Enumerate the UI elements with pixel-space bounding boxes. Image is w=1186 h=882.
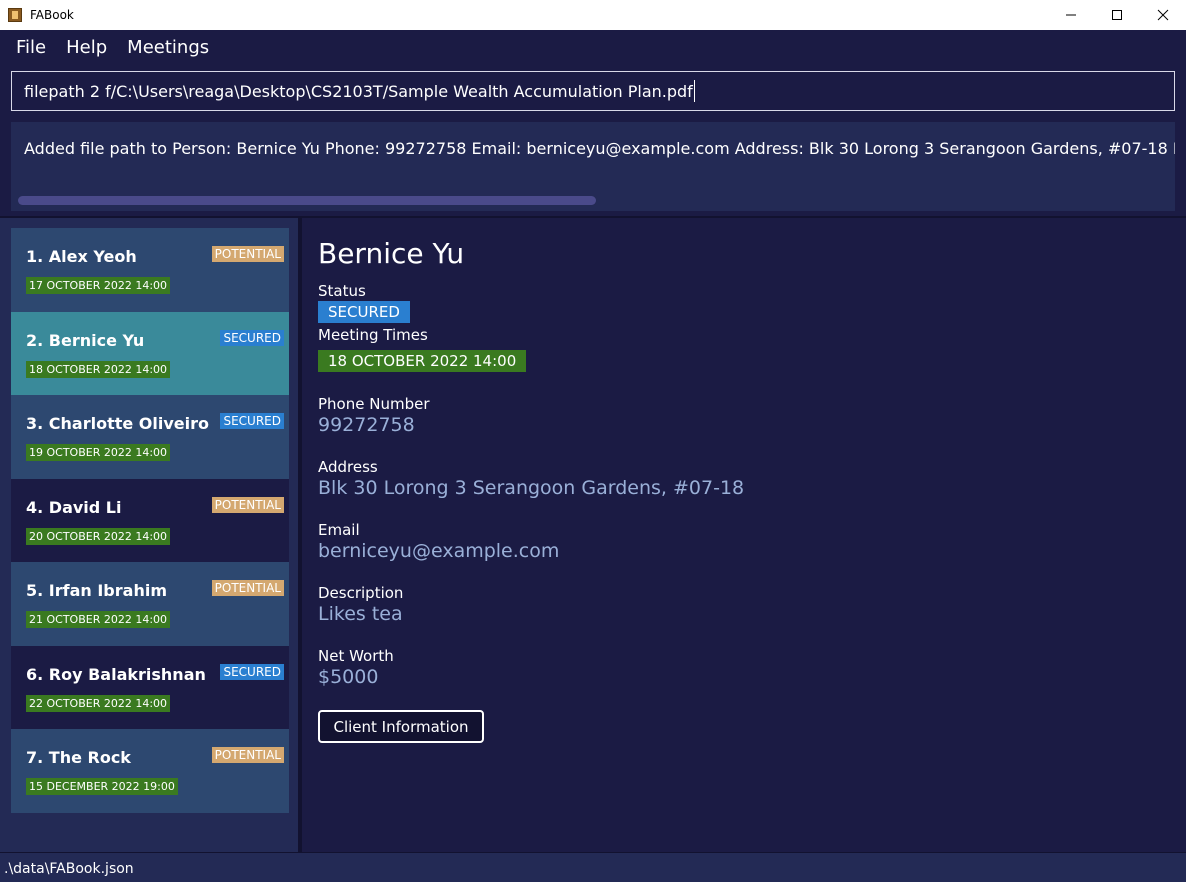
status-tag: POTENTIAL	[211, 580, 284, 596]
meeting-date: 17 OCTOBER 2022 14:00	[26, 277, 171, 294]
meeting-date: 20 OCTOBER 2022 14:00	[26, 527, 171, 545]
email-value: berniceyu@example.com	[318, 540, 560, 562]
result-text: Added file path to Person: Bernice Yu Ph…	[24, 139, 1175, 158]
minimize-icon[interactable]	[1048, 0, 1094, 30]
save-location: .\data\FABook.json	[4, 861, 134, 877]
person-card[interactable]: 3. Charlotte Oliveiro SECURED 19 OCTOBER 2…	[11, 395, 289, 479]
person-list: 1. Alex Yeoh POTENTIAL 17 OCTOBER 2022 14:…	[11, 228, 289, 813]
meeting-date: 22 OCTOBER 2022 14:00	[26, 694, 171, 712]
description-value: Likes tea	[318, 603, 403, 625]
person-card[interactable]: 6. Roy Balakrishnan SECURED 22 OCTOBER 202…	[11, 645, 289, 729]
status-tag: POTENTIAL	[211, 246, 284, 262]
status-tag: POTENTIAL	[211, 496, 284, 513]
menu-help[interactable]: Help	[56, 37, 117, 58]
status-tag: POTENTIAL	[211, 747, 284, 763]
status-tag: SECURED	[220, 413, 284, 429]
result-display[interactable]: Added file path to Person: Bernice Yu Ph…	[11, 122, 1175, 211]
meeting-date: 15 DECEMBER 2022 19:00	[26, 778, 178, 795]
person-list-panel: 1. Alex Yeoh POTENTIAL 17 OCTOBER 2022 14:…	[0, 218, 298, 852]
meeting-badge: 18 OCTOBER 2022 14:00	[318, 350, 527, 372]
status-tag: SECURED	[220, 329, 284, 346]
detail-name: Bernice Yu	[318, 237, 465, 270]
menu-meetings[interactable]: Meetings	[117, 37, 219, 58]
person-name: 4. David Li	[26, 497, 122, 517]
window-titlebar: FABook	[0, 0, 1186, 30]
meeting-date: 18 OCTOBER 2022 14:00	[26, 360, 171, 378]
person-card[interactable]: 4. David Li POTENTIAL 20 OCTOBER 2022 14:0…	[11, 478, 289, 562]
person-card[interactable]: 5. Irfan Ibrahim POTENTIAL 21 OCTOBER 2022…	[11, 562, 289, 646]
status-badge: SECURED	[318, 301, 410, 323]
client-information-button[interactable]: Client Information	[318, 710, 484, 743]
close-icon[interactable]	[1140, 0, 1186, 30]
command-text: filepath 2 f/C:\Users\reaga\Desktop\CS21…	[24, 81, 693, 101]
networth-label: Net Worth	[318, 647, 394, 665]
maximize-icon[interactable]	[1094, 0, 1140, 30]
phone-value: 99272758	[318, 414, 415, 436]
address-value: Blk 30 Lorong 3 Serangoon Gardens, #07-1…	[318, 477, 745, 499]
menu-bar: File Help Meetings	[0, 30, 1186, 64]
meeting-date: 21 OCTOBER 2022 14:00	[26, 611, 171, 628]
address-label: Address	[318, 458, 378, 476]
person-detail-panel: Bernice Yu Status SECURED Meeting Times …	[302, 218, 1186, 852]
meeting-date: 19 OCTOBER 2022 14:00	[26, 444, 171, 461]
person-card[interactable]: 7. The Rock POTENTIAL 15 DECEMBER 2022 19:…	[11, 729, 289, 813]
phone-label: Phone Number	[318, 395, 430, 413]
text-caret	[693, 80, 695, 102]
result-scrollbar[interactable]	[18, 196, 596, 205]
person-name: 3. Charlotte Oliveiro	[26, 414, 210, 433]
person-card[interactable]: 1. Alex Yeoh POTENTIAL 17 OCTOBER 2022 14:…	[11, 228, 289, 312]
command-area: filepath 2 f/C:\Users\reaga\Desktop\CS21…	[0, 64, 1186, 116]
result-area: Added file path to Person: Bernice Yu Ph…	[0, 116, 1186, 216]
meeting-times-label: Meeting Times	[318, 326, 428, 344]
email-label: Email	[318, 521, 360, 539]
status-label: Status	[318, 282, 366, 300]
networth-value: $5000	[318, 666, 379, 688]
command-input[interactable]: filepath 2 f/C:\Users\reaga\Desktop\CS21…	[11, 71, 1175, 111]
person-card[interactable]: 2. Bernice Yu SECURED 18 OCTOBER 2022 14:0…	[11, 311, 289, 395]
menu-file[interactable]: File	[6, 37, 56, 58]
person-name: 5. Irfan Ibrahim	[26, 581, 167, 600]
person-name: 1. Alex Yeoh	[26, 247, 137, 266]
window-controls	[1048, 0, 1186, 30]
window-title: FABook	[30, 8, 74, 22]
person-name: 2. Bernice Yu	[26, 330, 145, 350]
app-icon	[8, 8, 22, 22]
description-label: Description	[318, 584, 404, 602]
person-name: 7. The Rock	[26, 748, 131, 767]
status-tag: SECURED	[220, 663, 284, 680]
status-bar: .\data\FABook.json	[0, 852, 1186, 882]
person-name: 6. Roy Balakrishnan	[26, 664, 206, 684]
